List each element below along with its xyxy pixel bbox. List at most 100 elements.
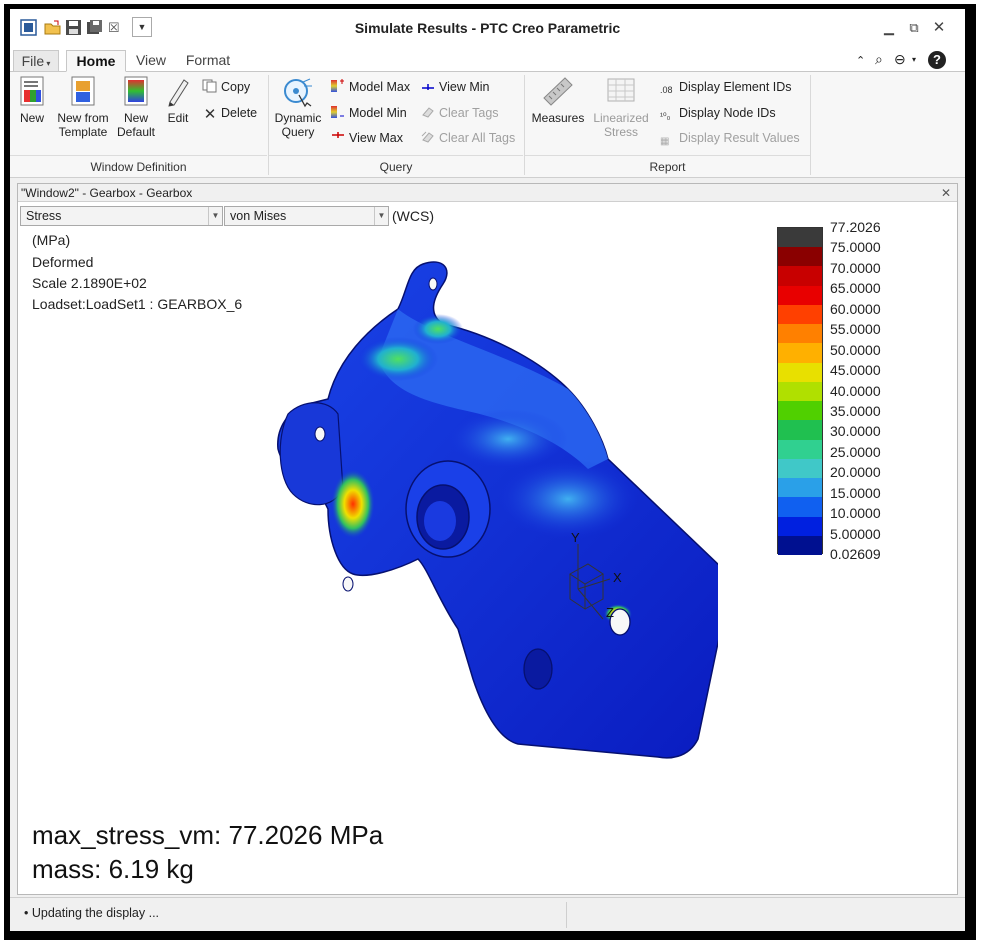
new-button[interactable]: New xyxy=(16,76,48,125)
stress-fringe-plot[interactable]: Y X Z xyxy=(258,239,718,799)
chevron-down-icon: ▼ xyxy=(208,207,222,225)
legend-color-band xyxy=(778,439,822,460)
close-graphics-window-icon[interactable]: ✕ xyxy=(941,184,951,202)
legend-color-band xyxy=(778,497,822,518)
edit-button[interactable]: Edit xyxy=(160,76,196,125)
legend-value: 50.0000 xyxy=(830,341,881,358)
component-select[interactable]: von Mises ▼ xyxy=(224,206,389,226)
search-icon[interactable]: ⌕ xyxy=(875,51,883,68)
quantity-select[interactable]: Stress ▼ xyxy=(20,206,223,226)
new-from-template-button[interactable]: New from Template xyxy=(54,76,112,139)
legend-color-band xyxy=(778,401,822,421)
dynamic-query-icon xyxy=(284,78,312,108)
eraser-icon xyxy=(422,107,434,118)
default-icon xyxy=(124,76,148,106)
units-label: (MPa) xyxy=(32,232,71,248)
chevron-down-icon: ▼ xyxy=(374,207,388,225)
legend-value: 60.0000 xyxy=(830,300,881,317)
axis-y-label: Y xyxy=(571,530,580,545)
dropdown-icon[interactable]: ▾ xyxy=(912,55,916,64)
model-max-button[interactable]: Model Max xyxy=(330,78,410,96)
node-ids-icon: ¹⁰₀ xyxy=(660,111,671,121)
graphics-window: "Window2" - Gearbox - Gearbox ✕ Stress ▼… xyxy=(17,183,958,895)
linearized-stress-button[interactable]: Linearized Stress xyxy=(590,76,652,139)
delete-button[interactable]: ✕ Delete xyxy=(202,104,257,123)
stress-hotspot xyxy=(358,337,438,381)
display-node-ids-button[interactable]: ¹⁰₀ Display Node IDs xyxy=(660,104,776,122)
legend-value: 55.0000 xyxy=(830,321,881,338)
dynamic-query-button[interactable]: Dynamic Query xyxy=(272,76,324,139)
bearing-hole-inner xyxy=(424,501,456,541)
tab-view[interactable]: View xyxy=(130,50,172,72)
view-min-icon xyxy=(422,84,434,90)
scale-label: Scale 2.1890E+02 xyxy=(32,275,147,291)
display-result-values-button[interactable]: ▦ Display Result Values xyxy=(660,129,800,147)
legend-color-band xyxy=(778,516,822,537)
model-min-button[interactable]: Model Min xyxy=(330,104,407,122)
model-min-icon xyxy=(331,106,344,118)
max-stress-readout: max_stress_vm: 77.2026 MPa xyxy=(32,820,384,850)
legend-color-band xyxy=(778,228,822,248)
loadset-label: Loadset:LoadSet1 : GEARBOX_6 xyxy=(32,296,243,312)
legend-color-band xyxy=(778,535,822,556)
legend-value: 0.02609 xyxy=(830,546,881,562)
ribbon: New New from Template New Default Edit C… xyxy=(10,72,965,178)
legend-value: 75.0000 xyxy=(830,239,881,256)
tab-format[interactable]: Format xyxy=(178,50,238,72)
legend-color-band xyxy=(778,381,822,402)
new-window-icon xyxy=(20,76,44,106)
delete-x-icon: ✕ xyxy=(203,106,217,123)
template-icon xyxy=(71,76,95,106)
title-bar: ☒ ▼ Simulate Results - PTC Creo Parametr… xyxy=(10,9,965,49)
clear-tags-button[interactable]: Clear Tags xyxy=(420,104,499,122)
display-element-ids-button[interactable]: .08 Display Element IDs xyxy=(660,78,792,96)
tab-home[interactable]: Home xyxy=(66,50,126,72)
legend-value: 45.0000 xyxy=(830,362,881,379)
legend-color-band xyxy=(778,458,822,479)
legend-value: 40.0000 xyxy=(830,382,881,399)
command-search-icon[interactable]: ⊖ xyxy=(894,51,906,68)
copy-button[interactable]: Copy xyxy=(202,78,250,96)
element-ids-icon: .08 xyxy=(660,85,673,95)
restore-icon[interactable]: ⧉ xyxy=(905,19,923,37)
legend-value: 15.0000 xyxy=(830,484,881,501)
stress-hotspot xyxy=(448,409,568,469)
legend-color-band xyxy=(778,420,822,441)
mount-hole xyxy=(523,648,553,690)
window-title: Simulate Results - PTC Creo Parametric xyxy=(354,20,621,36)
legend-value: 10.0000 xyxy=(830,505,881,522)
coord-system-label: (WCS) xyxy=(392,208,434,224)
clear-all-tags-button[interactable]: Clear All Tags xyxy=(420,129,515,147)
legend-value: 30.0000 xyxy=(830,423,881,440)
axis-x-label: X xyxy=(613,570,622,585)
legend-value: 20.0000 xyxy=(830,464,881,481)
stress-hotspot xyxy=(498,459,638,539)
status-message: • Updating the display ... xyxy=(24,906,160,920)
legend-color-band xyxy=(778,362,822,383)
clear-all-icon xyxy=(421,131,434,143)
ruler-icon xyxy=(543,77,573,106)
legend-value: 77.2026 xyxy=(830,219,881,235)
view-max-button[interactable]: View Max xyxy=(330,129,403,147)
legend-value: 70.0000 xyxy=(830,259,881,276)
close-icon[interactable]: ✕ xyxy=(930,19,948,37)
measures-button[interactable]: Measures xyxy=(528,76,588,125)
view-max-icon xyxy=(332,132,344,138)
result-values-icon: ▦ xyxy=(660,136,670,147)
status-separator xyxy=(566,902,567,928)
tab-file[interactable]: File ▾ xyxy=(13,50,59,72)
app-window: ☒ ▼ Simulate Results - PTC Creo Parametr… xyxy=(10,9,965,931)
legend-color-band xyxy=(778,478,822,498)
legend-color-band xyxy=(778,266,822,287)
legend-color-band xyxy=(778,304,822,325)
deformed-label: Deformed xyxy=(32,254,94,270)
view-min-button[interactable]: View Min xyxy=(420,78,489,96)
legend-value: 5.00000 xyxy=(830,525,881,542)
collapse-ribbon-icon[interactable]: ⌃ xyxy=(856,54,865,67)
help-icon[interactable]: ? xyxy=(928,51,946,69)
new-default-button[interactable]: New Default xyxy=(116,76,156,139)
minimize-icon[interactable]: ▁ xyxy=(880,19,898,37)
mass-readout: mass: 6.19 kg xyxy=(32,854,194,884)
legend-color-band xyxy=(778,343,822,364)
legend-value: 35.0000 xyxy=(830,402,881,419)
